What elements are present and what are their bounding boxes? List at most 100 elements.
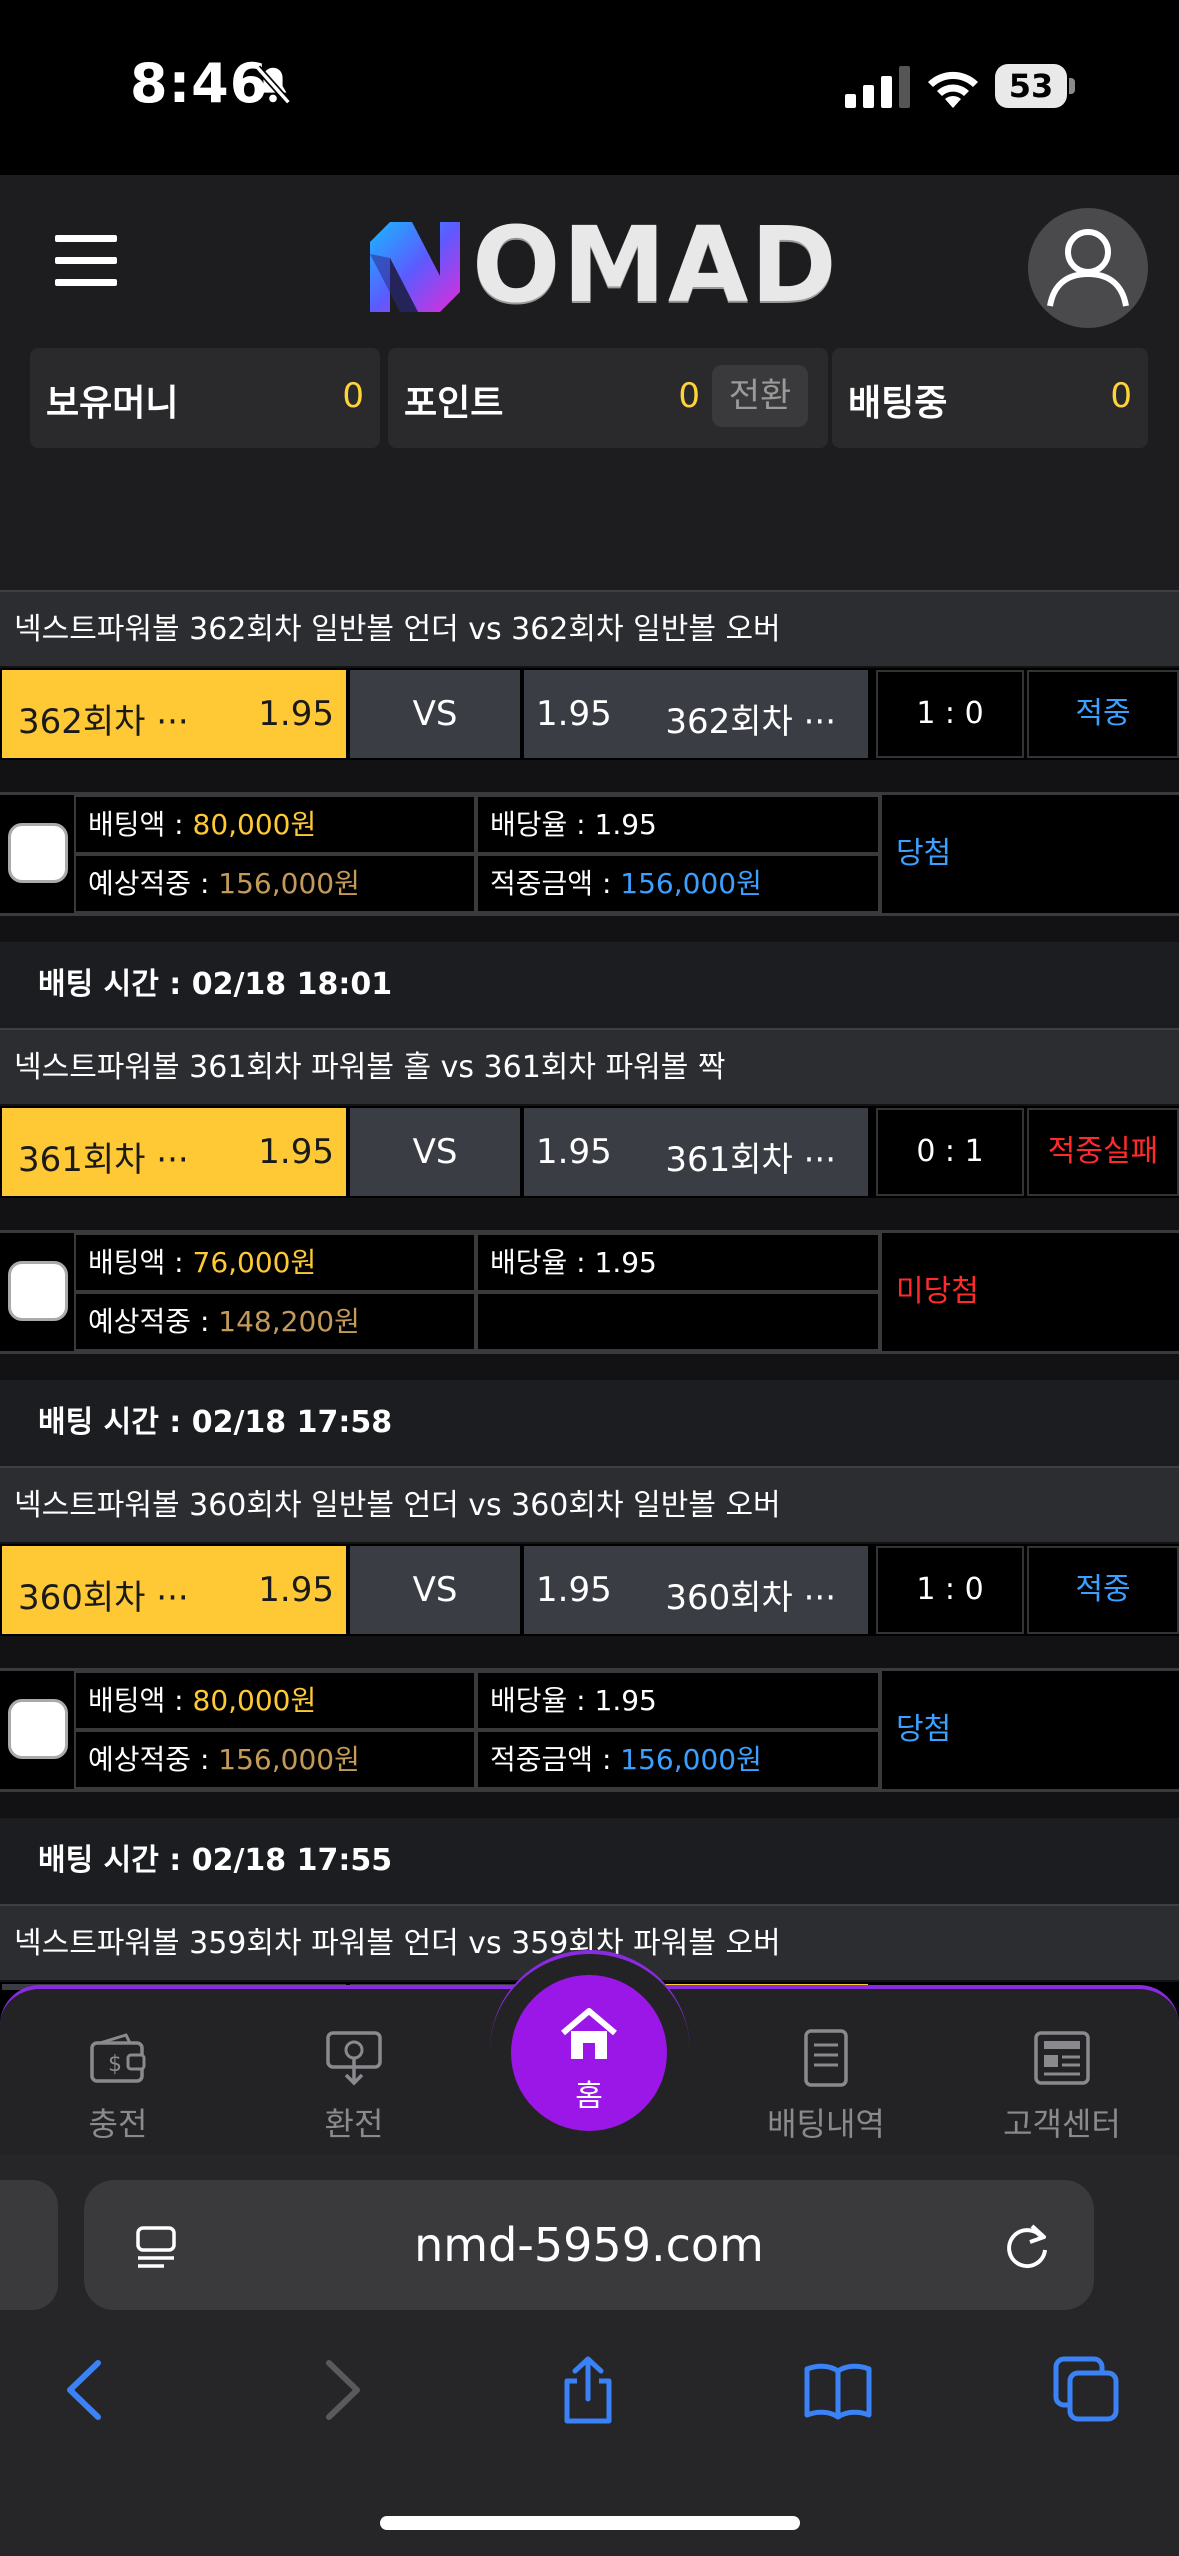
battery-level: 53 — [995, 64, 1067, 108]
win-amount — [476, 1292, 880, 1351]
bet-title: 넥스트파워볼 361회차 파워볼 홀 vs 361회차 파워볼 짝 — [0, 1028, 1179, 1104]
battery-icon: 53 — [995, 64, 1075, 108]
result: 적중 — [1027, 670, 1179, 758]
away-odds: 1.95 — [536, 1570, 612, 1610]
nav-customer-center[interactable]: 고객센터 — [962, 2029, 1162, 2145]
svg-text:$: $ — [108, 2052, 122, 2077]
nav-label: 홈 — [575, 2079, 603, 2114]
home-pick[interactable]: 360회차 ··· 1.95 — [2, 1546, 346, 1634]
betting-label: 배팅중 — [848, 383, 948, 424]
vs-label: VS — [350, 670, 520, 758]
home-icon — [561, 2008, 617, 2059]
bell-muted-icon — [255, 65, 291, 105]
odds-rate: 배당율 : 1.95 — [476, 1671, 880, 1730]
win-amount: 적중금액 : 156,000원 — [476, 1730, 880, 1789]
expected-win: 예상적중 : 148,200원 — [74, 1292, 476, 1351]
odds-row: 360회차 ··· 1.95 VS 1.95 360회차 ··· 1 : 0 적… — [0, 1544, 1179, 1636]
away-pick[interactable]: 1.95 362회차 ··· — [524, 670, 868, 758]
forward-icon[interactable] — [305, 2355, 375, 2425]
bet-amount: 배팅액 : 80,000원 — [74, 795, 476, 854]
hamburger-menu-icon[interactable] — [55, 235, 117, 287]
status-time: 8:46 — [130, 52, 269, 115]
nav-label: 충전 — [88, 2105, 148, 2143]
bet-select-checkbox[interactable] — [8, 823, 68, 883]
back-icon[interactable] — [52, 2355, 122, 2425]
bet-select-checkbox[interactable] — [8, 1699, 68, 1759]
odds-row: 361회차 ··· 1.95 VS 1.95 361회차 ··· 0 : 1 적… — [0, 1106, 1179, 1198]
home-pick[interactable]: 361회차 ··· 1.95 — [2, 1108, 346, 1196]
home-pick[interactable]: 362회차 ··· 1.95 — [2, 670, 346, 758]
vs-label: VS — [350, 1546, 520, 1634]
previous-tab[interactable] — [0, 2180, 58, 2310]
balance-value: 0 — [342, 376, 364, 416]
user-icon — [1047, 229, 1129, 307]
odds-row: 362회차 ··· 1.95 VS 1.95 362회차 ··· 1 : 0 적… — [0, 668, 1179, 760]
bet-status: 당첨 — [880, 795, 1179, 913]
bet-select-checkbox[interactable] — [8, 1261, 68, 1321]
bet-time: 배팅 시간 : 02/18 17:58 — [0, 1380, 1179, 1466]
away-pick[interactable]: 1.95 361회차 ··· — [524, 1108, 868, 1196]
points-value: 0 — [678, 376, 700, 416]
logo-text: OMAD — [472, 204, 839, 326]
share-icon[interactable] — [553, 2355, 623, 2425]
bet-detail: 배팅액 : 80,000원 배당율 : 1.95 예상적중 : 156,000원… — [0, 792, 1179, 916]
document-icon — [804, 2029, 848, 2087]
away-odds: 1.95 — [536, 694, 612, 734]
home-name: 361회차 ··· — [18, 1140, 189, 1180]
bookmarks-icon[interactable] — [803, 2355, 873, 2425]
exchange-icon — [326, 2031, 382, 2086]
bet-title: 넥스트파워볼 362회차 일반볼 언더 vs 362회차 일반볼 오버 — [0, 590, 1179, 666]
points-label: 포인트 — [404, 383, 504, 424]
wallet-betting: 배팅중 0 — [832, 348, 1148, 448]
nav-deposit[interactable]: $ 충전 — [18, 2029, 218, 2145]
wallet-balance: 보유머니 0 — [30, 348, 380, 448]
away-name: 362회차 ··· — [665, 702, 836, 742]
balance-label: 보유머니 — [46, 383, 179, 424]
bet-amount: 배팅액 : 76,000원 — [74, 1233, 476, 1292]
expected-win: 예상적중 : 156,000원 — [74, 854, 476, 913]
vs-label: VS — [350, 1108, 520, 1196]
site-logo[interactable]: OMAD — [360, 210, 837, 320]
bet-status: 미당첨 — [880, 1233, 1179, 1351]
expected-win: 예상적중 : 156,000원 — [74, 1730, 476, 1789]
bet-time: 배팅 시간 : 02/18 18:01 — [0, 942, 1179, 1028]
bet-title: 넥스트파워볼 360회차 일반볼 언더 vs 360회차 일반볼 오버 — [0, 1466, 1179, 1542]
score: 1 : 0 — [876, 670, 1024, 758]
address-bar[interactable]: nmd-5959.com — [84, 2180, 1094, 2310]
score: 1 : 0 — [876, 1546, 1024, 1634]
cellular-signal-icon — [845, 66, 910, 108]
result: 적중실패 — [1027, 1108, 1179, 1196]
bet-history-list: 넥스트파워볼 362회차 일반볼 언더 vs 362회차 일반볼 오버 362회… — [0, 590, 1179, 1990]
wallet-icon: $ — [90, 2033, 146, 2083]
result: 적중 — [1027, 1546, 1179, 1634]
convert-points-button[interactable]: 전환 — [712, 365, 808, 427]
status-bar: 8:46 53 — [0, 0, 1179, 175]
home-indicator — [380, 2516, 800, 2530]
nav-label: 고객센터 — [1003, 2105, 1121, 2143]
betting-value: 0 — [1110, 376, 1132, 416]
odds-rate: 배당율 : 1.95 — [476, 1233, 880, 1292]
reload-icon[interactable] — [1002, 2220, 1052, 2272]
nav-bet-history[interactable]: 배팅내역 — [726, 2029, 926, 2145]
away-pick[interactable]: 1.95 360회차 ··· — [524, 1546, 868, 1634]
tabs-icon[interactable] — [1052, 2355, 1122, 2425]
away-name: 361회차 ··· — [665, 1140, 836, 1180]
home-odds: 1.95 — [258, 1570, 334, 1610]
url-text: nmd-5959.com — [414, 2218, 764, 2272]
browser-toolbar: nmd-5959.com — [0, 2155, 1179, 2556]
home-odds: 1.95 — [258, 694, 334, 734]
logo-n-icon — [370, 222, 460, 312]
wifi-icon — [928, 71, 978, 108]
bet-detail: 배팅액 : 76,000원 배당율 : 1.95 예상적중 : 148,200원… — [0, 1230, 1179, 1354]
home-name: 362회차 ··· — [18, 702, 189, 742]
nav-home-button[interactable]: 홈 — [511, 1975, 667, 2131]
home-name: 360회차 ··· — [18, 1578, 189, 1618]
newspaper-icon — [1034, 2031, 1090, 2085]
nav-label: 환전 — [324, 2105, 384, 2143]
home-odds: 1.95 — [258, 1132, 334, 1172]
bet-time: 배팅 시간 : 02/18 17:55 — [0, 1818, 1179, 1904]
user-avatar[interactable] — [1028, 208, 1148, 328]
win-amount: 적중금액 : 156,000원 — [476, 854, 880, 913]
nav-withdraw[interactable]: 환전 — [254, 2029, 454, 2145]
score: 0 : 1 — [876, 1108, 1024, 1196]
